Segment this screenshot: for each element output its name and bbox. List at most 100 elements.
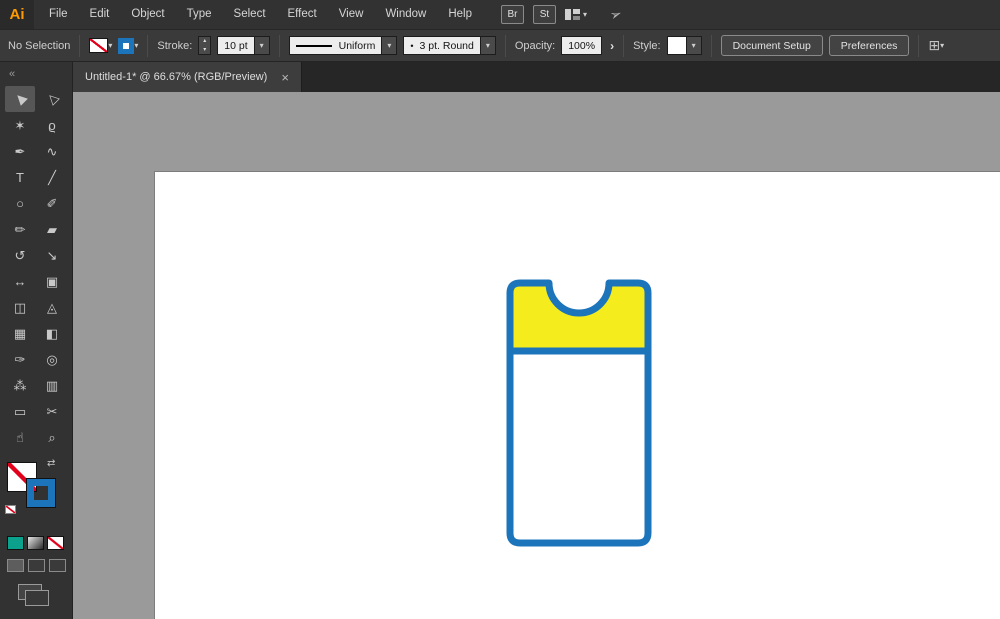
chevron-down-icon[interactable]: ▾ bbox=[134, 42, 138, 50]
hand-tool[interactable]: ☝ bbox=[5, 424, 35, 450]
eyedropper-tool[interactable]: ✑ bbox=[5, 346, 35, 372]
menu-edit[interactable]: Edit bbox=[79, 0, 121, 29]
bridge-button[interactable]: Br bbox=[501, 5, 524, 24]
width-profile-control[interactable]: Uniform ▾ bbox=[289, 36, 398, 55]
brush-definition-dropdown[interactable]: ▾ bbox=[481, 36, 496, 55]
ellipse-tool-icon: ○ bbox=[16, 197, 24, 210]
zoom-tool[interactable]: ⌕ bbox=[37, 424, 67, 450]
menu-effect[interactable]: Effect bbox=[277, 0, 328, 29]
fill-color-control[interactable]: ▾ bbox=[89, 38, 112, 53]
stroke-weight-dropdown[interactable]: ▾ bbox=[255, 36, 270, 55]
style-control[interactable]: ▾ bbox=[667, 36, 702, 55]
direct-selection-tool[interactable]: ▷ bbox=[37, 86, 67, 112]
free-transform-tool[interactable]: ▣ bbox=[37, 268, 67, 294]
width-profile-dropdown[interactable]: ▾ bbox=[382, 36, 397, 55]
eraser-tool[interactable]: ▰ bbox=[37, 216, 67, 242]
color-button[interactable] bbox=[7, 536, 24, 550]
divider bbox=[279, 35, 280, 57]
artboard-tool[interactable]: ▭ bbox=[5, 398, 35, 424]
align-options-control[interactable]: ⊞ ▾ bbox=[928, 37, 944, 54]
stroke-color-control[interactable]: ▾ bbox=[118, 38, 138, 54]
preferences-button[interactable]: Preferences bbox=[829, 35, 910, 56]
opacity-more-icon[interactable]: › bbox=[610, 39, 614, 53]
brush-definition-control[interactable]: • 3 pt. Round ▾ bbox=[403, 36, 495, 55]
chevron-down-icon: ▾ bbox=[583, 11, 587, 19]
type-tool[interactable]: T bbox=[5, 164, 35, 190]
lasso-tool[interactable]: ϱ bbox=[37, 112, 67, 138]
rotate-tool[interactable]: ↺ bbox=[5, 242, 35, 268]
column-graph-tool[interactable]: ▥ bbox=[37, 372, 67, 398]
stroke-indicator[interactable] bbox=[27, 479, 55, 507]
brush-dot-icon: • bbox=[410, 41, 413, 51]
type-tool-icon: T bbox=[16, 171, 24, 184]
gradient-tool[interactable]: ◧ bbox=[37, 320, 67, 346]
blend-tool[interactable]: ◎ bbox=[37, 346, 67, 372]
stepper-up-icon[interactable]: ▴ bbox=[199, 37, 210, 46]
magic-wand-tool[interactable]: ✶ bbox=[5, 112, 35, 138]
stroke-weight-value[interactable]: 10 pt bbox=[217, 36, 254, 55]
opacity-label[interactable]: Opacity: bbox=[515, 40, 555, 52]
fill-stroke-indicators: ⇄ bbox=[0, 458, 72, 520]
document-setup-button[interactable]: Document Setup bbox=[721, 35, 823, 56]
fill-none-swatch[interactable] bbox=[89, 38, 108, 53]
rotate-tool-icon: ↺ bbox=[15, 249, 26, 262]
default-fill-stroke-icon[interactable] bbox=[5, 505, 16, 514]
curvature-tool[interactable]: ∿ bbox=[37, 138, 67, 164]
menu-file[interactable]: File bbox=[38, 0, 79, 29]
chevron-down-icon: ▾ bbox=[260, 42, 264, 50]
draw-behind-mode-icon[interactable] bbox=[28, 559, 45, 572]
width-tool-icon: ↔ bbox=[14, 275, 27, 288]
blend-tool-icon: ◎ bbox=[46, 353, 57, 366]
symbol-sprayer-tool[interactable]: ⁂ bbox=[5, 372, 35, 398]
selection-tool[interactable]: ▶ bbox=[5, 86, 35, 112]
slice-tool[interactable]: ✂ bbox=[37, 398, 67, 424]
curvature-tool-icon: ∿ bbox=[47, 145, 58, 158]
shape-builder-tool[interactable]: ◫ bbox=[5, 294, 35, 320]
perspective-grid-tool[interactable]: ◬ bbox=[37, 294, 67, 320]
close-icon[interactable]: × bbox=[281, 71, 289, 84]
toolbar: « ▶ ▷ ✶ ϱ ✒ ∿ T ╱ ○ ✐ ✏ ▰ ↺ ↘ ↔ ▣ ◫ ◬ ▦ … bbox=[0, 62, 73, 619]
drawn-shape[interactable] bbox=[506, 279, 652, 547]
mesh-tool[interactable]: ▦ bbox=[5, 320, 35, 346]
stroke-weight-stepper[interactable]: ▴ ▾ bbox=[198, 36, 211, 55]
stroke-label[interactable]: Stroke: bbox=[157, 40, 192, 52]
brush-definition-field[interactable]: • 3 pt. Round bbox=[403, 36, 480, 55]
stroke-color-swatch[interactable] bbox=[118, 38, 134, 54]
canvas[interactable] bbox=[73, 92, 1000, 619]
opacity-value[interactable]: 100% bbox=[561, 36, 602, 55]
line-segment-tool[interactable]: ╱ bbox=[37, 164, 67, 190]
screen-mode-icon[interactable] bbox=[18, 584, 42, 600]
none-button[interactable] bbox=[47, 536, 64, 550]
menu-type[interactable]: Type bbox=[176, 0, 223, 29]
scale-tool[interactable]: ↘ bbox=[37, 242, 67, 268]
stroke-weight-control[interactable]: 10 pt ▾ bbox=[217, 36, 269, 55]
menu-object[interactable]: Object bbox=[120, 0, 175, 29]
menu-select[interactable]: Select bbox=[223, 0, 277, 29]
gradient-button[interactable] bbox=[27, 536, 44, 550]
chevron-down-icon[interactable]: ▾ bbox=[108, 42, 112, 50]
stepper-down-icon[interactable]: ▾ bbox=[199, 46, 210, 55]
document-tab[interactable]: Untitled-1* @ 66.67% (RGB/Preview) × bbox=[73, 62, 302, 92]
style-swatch[interactable] bbox=[667, 36, 687, 55]
draw-normal-mode-icon[interactable] bbox=[7, 559, 24, 572]
paintbrush-tool[interactable]: ✐ bbox=[37, 190, 67, 216]
menu-window[interactable]: Window bbox=[374, 0, 437, 29]
workspace-switcher[interactable]: ▾ bbox=[565, 9, 587, 20]
pen-tool-icon: ✒ bbox=[15, 145, 26, 158]
ellipse-tool[interactable]: ○ bbox=[5, 190, 35, 216]
width-tool[interactable]: ↔ bbox=[5, 268, 35, 294]
pencil-tool[interactable]: ✏ bbox=[5, 216, 35, 242]
pen-tool[interactable]: ✒ bbox=[5, 138, 35, 164]
toolbar-collapse-button[interactable]: « bbox=[0, 62, 72, 86]
menu-view[interactable]: View bbox=[328, 0, 375, 29]
divider bbox=[147, 35, 148, 57]
style-dropdown[interactable]: ▾ bbox=[687, 36, 702, 55]
menu-list: File Edit Object Type Select Effect View… bbox=[38, 0, 483, 29]
stock-button[interactable]: St bbox=[533, 5, 556, 24]
line-segment-tool-icon: ╱ bbox=[48, 171, 56, 184]
draw-inside-mode-icon[interactable] bbox=[49, 559, 66, 572]
width-profile-field[interactable]: Uniform bbox=[289, 36, 383, 55]
menu-help[interactable]: Help bbox=[437, 0, 483, 29]
share-icon[interactable]: ➢ bbox=[607, 5, 624, 25]
swap-fill-stroke-icon[interactable]: ⇄ bbox=[47, 458, 55, 469]
